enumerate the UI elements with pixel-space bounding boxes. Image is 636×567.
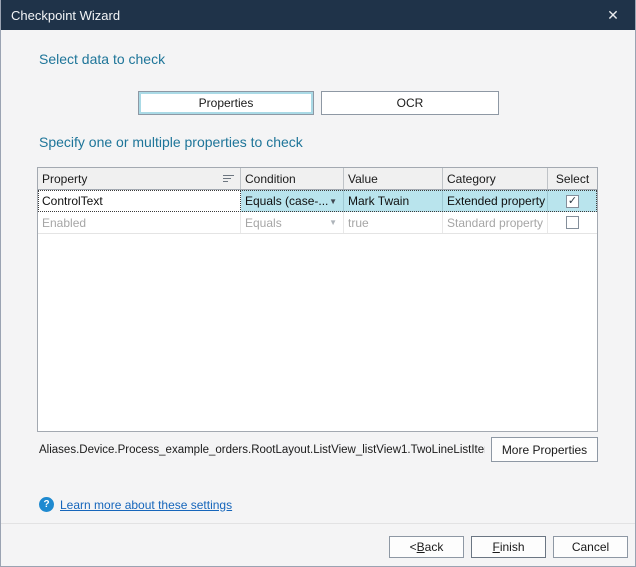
table-header-row: Property Condition Value Category Select	[38, 168, 597, 190]
back-button[interactable]: < Back	[389, 536, 464, 558]
condition-value: Equals (case-...	[245, 194, 328, 208]
column-header-condition[interactable]: Condition	[241, 168, 344, 189]
ocr-tab-button[interactable]: OCR	[321, 91, 499, 115]
finish-button-mnemonic: F	[492, 540, 499, 554]
finish-button-rest: inish	[500, 540, 525, 554]
properties-table: Property Condition Value Category Select…	[37, 167, 598, 432]
question-icon: ?	[39, 497, 54, 512]
row-checkbox-checked[interactable]: ✓	[566, 195, 579, 208]
select-cell[interactable]	[548, 212, 597, 233]
properties-tab-button[interactable]: Properties	[138, 91, 314, 115]
select-data-heading: Select data to check	[39, 51, 165, 67]
back-button-mnemonic: B	[417, 540, 425, 554]
object-path-text: Aliases.Device.Process_example_orders.Ro…	[39, 444, 485, 458]
category-cell: Standard property	[443, 212, 548, 233]
column-header-property-label: Property	[42, 172, 87, 186]
checkpoint-wizard-dialog: Checkpoint Wizard ✕ Select data to check…	[0, 0, 636, 567]
table-row[interactable]: Enabled Equals ▼ true Standard property	[38, 212, 597, 234]
column-header-value[interactable]: Value	[344, 168, 443, 189]
column-header-property[interactable]: Property	[38, 168, 241, 189]
back-button-prefix: <	[410, 540, 417, 554]
condition-value: Equals	[245, 216, 282, 230]
footer-divider	[1, 523, 636, 524]
finish-button[interactable]: Finish	[471, 536, 546, 558]
column-header-select[interactable]: Select	[548, 168, 597, 189]
more-properties-button[interactable]: More Properties	[491, 437, 598, 462]
value-cell[interactable]: Mark Twain	[344, 190, 443, 212]
chevron-down-icon[interactable]: ▼	[329, 197, 339, 206]
sort-icon	[223, 175, 236, 182]
specify-properties-heading: Specify one or multiple properties to ch…	[39, 134, 303, 150]
cancel-button[interactable]: Cancel	[553, 536, 628, 558]
condition-dropdown[interactable]: Equals ▼	[241, 212, 344, 233]
title-bar[interactable]: Checkpoint Wizard ✕	[1, 0, 636, 30]
property-cell[interactable]: ControlText	[38, 190, 241, 212]
column-header-category[interactable]: Category	[443, 168, 548, 189]
chevron-down-icon[interactable]: ▼	[329, 218, 339, 227]
row-checkbox-unchecked[interactable]	[566, 216, 579, 229]
window-title: Checkpoint Wizard	[11, 8, 599, 23]
help-row: ? Learn more about these settings	[39, 497, 232, 512]
back-button-rest: ack	[425, 540, 444, 554]
learn-more-link[interactable]: Learn more about these settings	[60, 498, 232, 512]
close-icon[interactable]: ✕	[599, 4, 627, 26]
select-cell[interactable]: ✓	[548, 190, 597, 212]
condition-dropdown[interactable]: Equals (case-... ▼	[241, 190, 344, 212]
value-cell[interactable]: true	[344, 212, 443, 233]
table-row[interactable]: ControlText Equals (case-... ▼ Mark Twai…	[38, 190, 597, 212]
property-cell[interactable]: Enabled	[38, 212, 241, 233]
category-cell: Extended property	[443, 190, 548, 212]
